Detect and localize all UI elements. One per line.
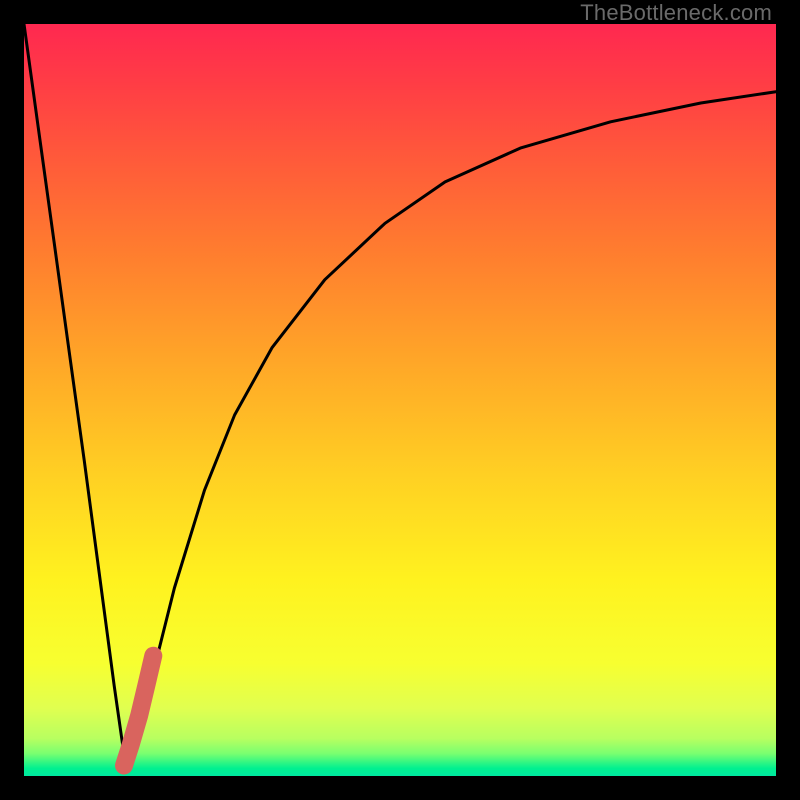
chart-frame: TheBottleneck.com (0, 0, 800, 800)
bottleneck-curve (24, 24, 776, 765)
watermark-text: TheBottleneck.com (580, 0, 772, 26)
plot-svg (24, 24, 776, 776)
plot-area (24, 24, 776, 776)
highlight-marker (124, 656, 153, 766)
